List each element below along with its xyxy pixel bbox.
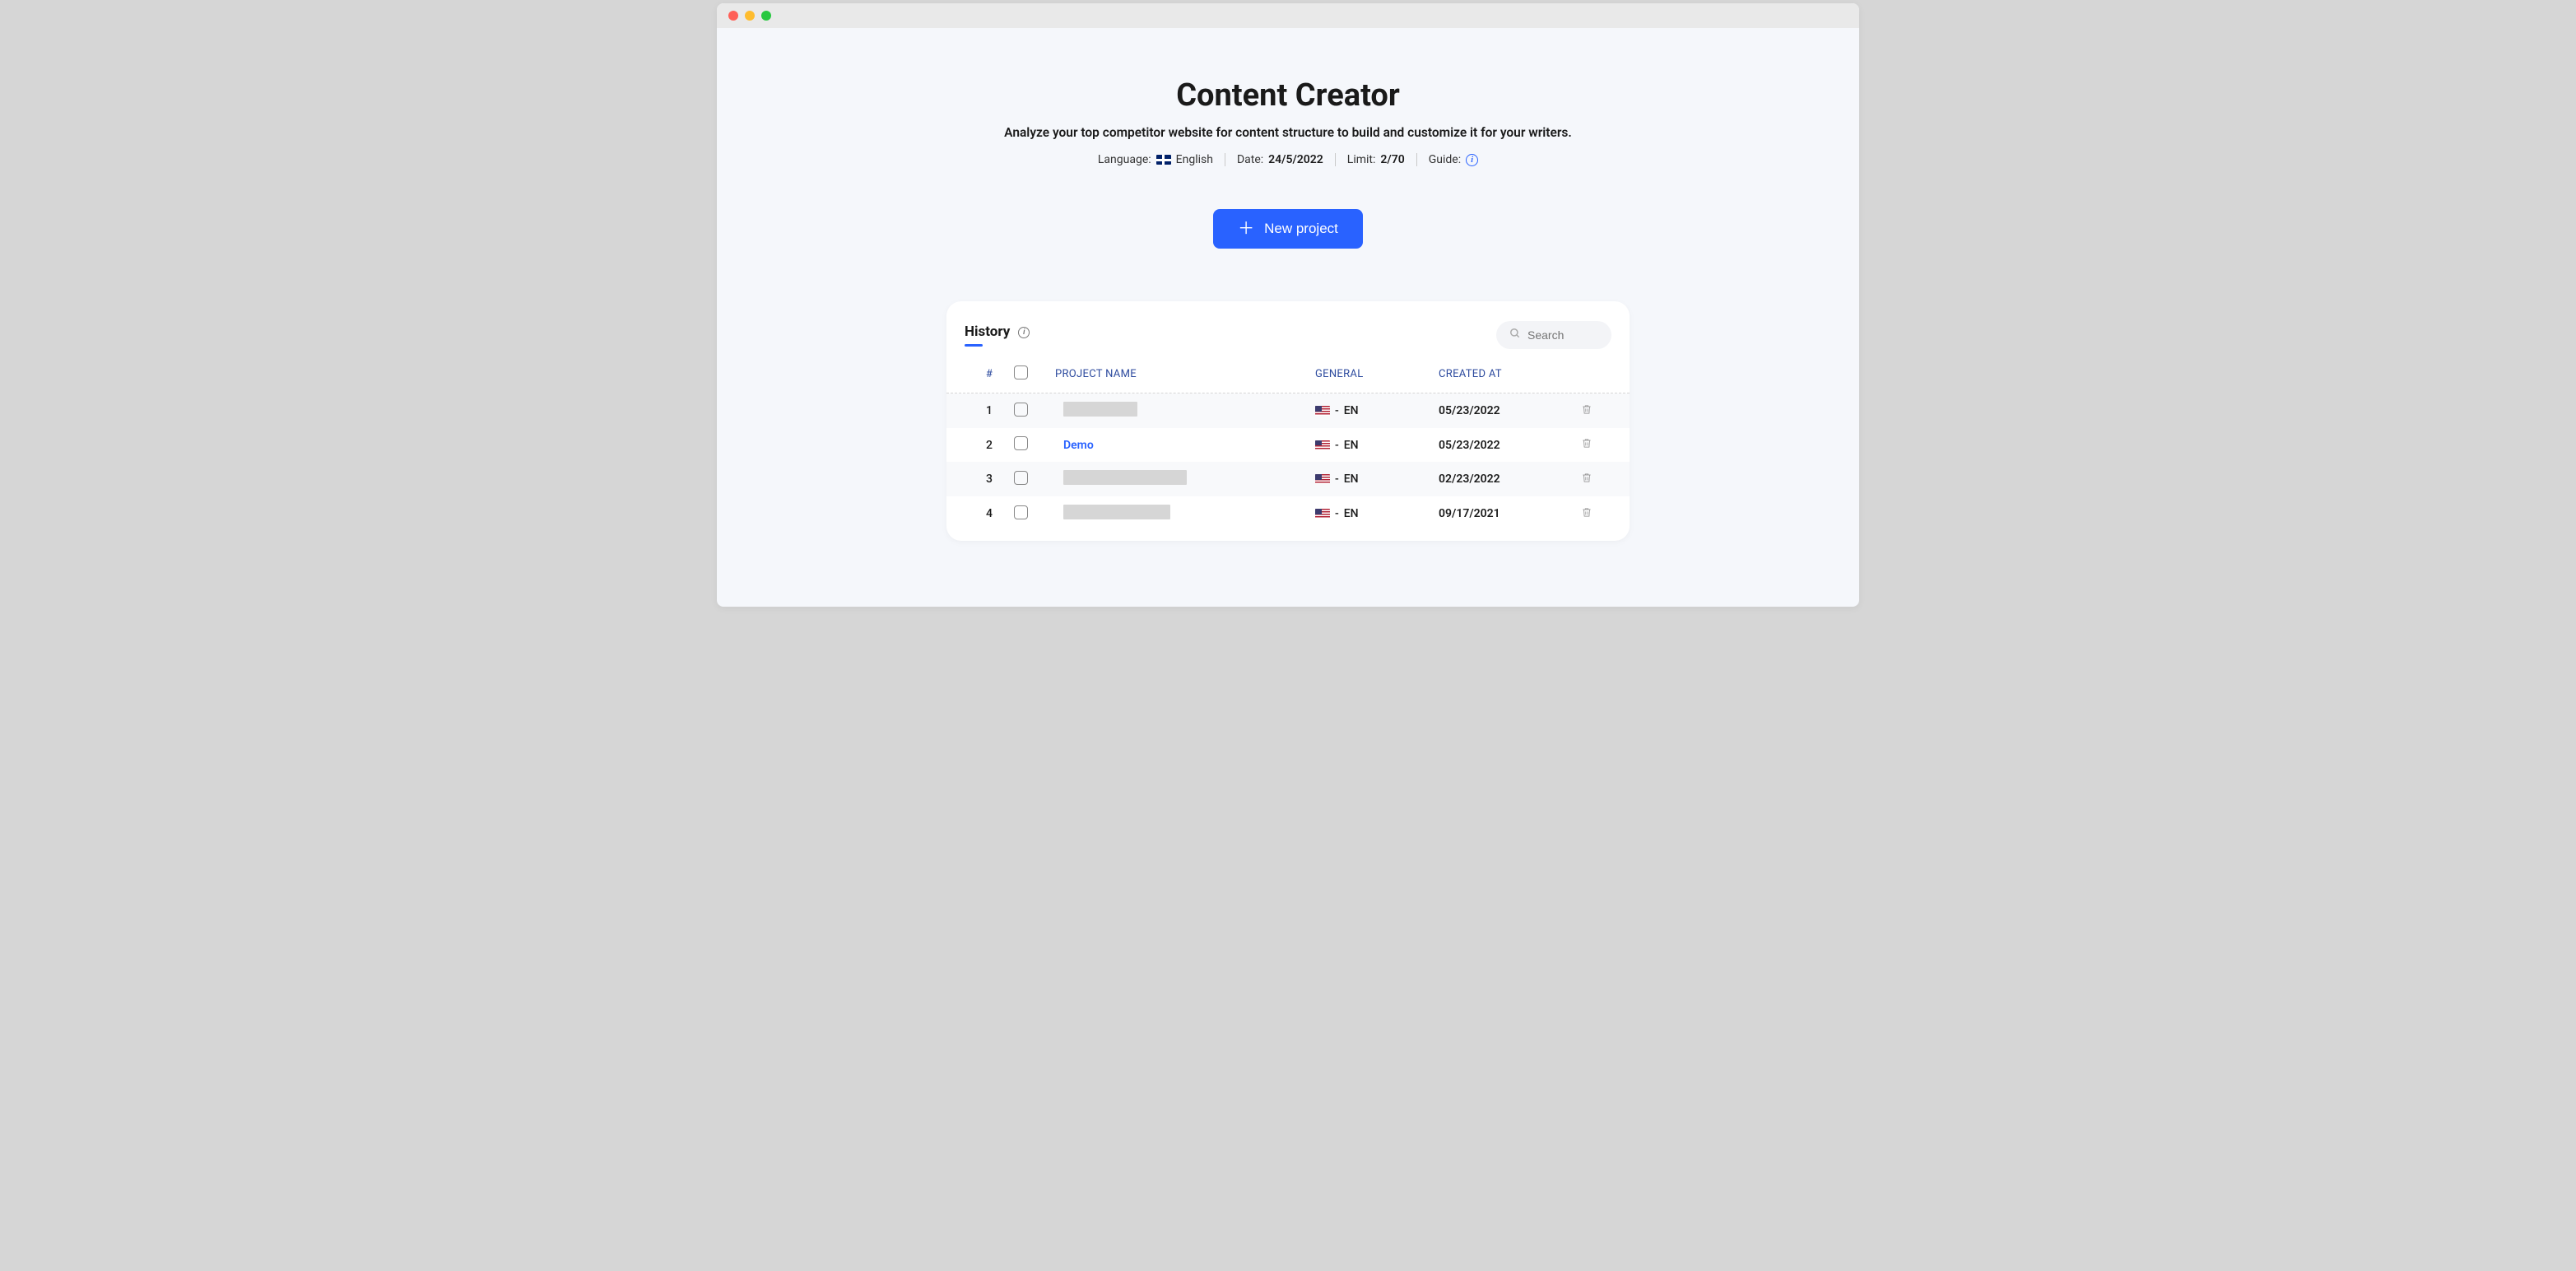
general-code: EN xyxy=(1344,473,1359,486)
row-created-cell: 05/23/2022 xyxy=(1439,439,1562,452)
divider xyxy=(1335,153,1336,166)
row-checkbox-cell xyxy=(1014,471,1055,488)
row-checkbox[interactable] xyxy=(1014,403,1028,417)
row-name-cell xyxy=(1055,505,1315,523)
us-flag-icon xyxy=(1315,406,1330,416)
table-row: 2Demo-EN05/23/2022 xyxy=(946,428,1630,462)
guide-label: Guide: xyxy=(1429,153,1461,166)
page-title: Content Creator xyxy=(750,77,1826,114)
row-checkbox[interactable] xyxy=(1014,505,1028,519)
col-created[interactable]: CREATED AT xyxy=(1439,368,1562,380)
window-minimize-icon[interactable] xyxy=(745,11,755,21)
row-name-cell xyxy=(1055,402,1315,420)
row-checkbox[interactable] xyxy=(1014,436,1028,450)
us-flag-icon xyxy=(1315,474,1330,484)
col-num: # xyxy=(965,368,1014,380)
date-value: 24/5/2022 xyxy=(1268,153,1323,166)
guide-meta: Guide: i xyxy=(1429,153,1478,166)
history-title-wrap: History i xyxy=(965,324,1030,347)
language-value: English xyxy=(1176,153,1213,166)
row-actions-cell xyxy=(1562,403,1611,419)
row-name-cell: Demo xyxy=(1055,439,1315,452)
window-titlebar xyxy=(717,3,1859,28)
project-name-redacted xyxy=(1063,470,1187,485)
row-actions-cell xyxy=(1562,472,1611,487)
row-number: 2 xyxy=(965,439,1014,452)
date-meta: Date: 24/5/2022 xyxy=(1237,153,1323,166)
trash-icon[interactable] xyxy=(1581,507,1593,522)
row-number: 4 xyxy=(965,507,1014,520)
date-label: Date: xyxy=(1237,153,1263,166)
project-name-redacted xyxy=(1063,402,1137,417)
row-number: 3 xyxy=(965,473,1014,486)
search-icon xyxy=(1509,328,1521,342)
us-flag-icon xyxy=(1315,440,1330,450)
table-row: 4-EN09/17/2021 xyxy=(946,496,1630,531)
new-project-button[interactable]: ＋ New project xyxy=(1213,209,1363,249)
history-card: History i # PROJECT NAME GENERAL CREATED… xyxy=(946,301,1630,541)
window-close-icon[interactable] xyxy=(728,11,738,21)
table-row: 3-EN02/23/2022 xyxy=(946,462,1630,496)
history-title: History xyxy=(965,324,1010,347)
row-checkbox-cell xyxy=(1014,505,1055,523)
general-code: EN xyxy=(1344,439,1359,452)
info-icon[interactable]: i xyxy=(1018,327,1030,338)
trash-icon[interactable] xyxy=(1581,438,1593,453)
row-checkbox-cell xyxy=(1014,436,1055,454)
row-general-cell: -EN xyxy=(1315,404,1439,417)
history-table: # PROJECT NAME GENERAL CREATED AT 1-EN05… xyxy=(946,357,1630,531)
limit-value: 2/70 xyxy=(1380,153,1404,166)
limit-label: Limit: xyxy=(1347,153,1376,166)
row-checkbox-cell xyxy=(1014,403,1055,420)
meta-row: Language: English Date: 24/5/2022 Limit:… xyxy=(750,153,1826,166)
row-number: 1 xyxy=(965,404,1014,417)
trash-icon[interactable] xyxy=(1581,473,1593,487)
col-checkbox xyxy=(1014,365,1055,383)
col-name[interactable]: PROJECT NAME xyxy=(1055,368,1315,380)
row-general-cell: -EN xyxy=(1315,507,1439,520)
general-sep: - xyxy=(1335,439,1339,452)
row-general-cell: -EN xyxy=(1315,439,1439,452)
window-maximize-icon[interactable] xyxy=(761,11,771,21)
general-code: EN xyxy=(1344,404,1359,417)
col-general[interactable]: GENERAL xyxy=(1315,368,1439,380)
us-flag-icon xyxy=(1315,509,1330,519)
project-name-redacted xyxy=(1063,505,1170,519)
table-header: # PROJECT NAME GENERAL CREATED AT xyxy=(946,357,1630,393)
general-sep: - xyxy=(1335,404,1339,417)
row-created-cell: 09/17/2021 xyxy=(1439,507,1562,520)
table-body: 1-EN05/23/20222Demo-EN05/23/20223-EN02/2… xyxy=(946,393,1630,531)
row-checkbox[interactable] xyxy=(1014,471,1028,485)
divider xyxy=(1416,153,1417,166)
new-project-label: New project xyxy=(1264,221,1338,237)
row-actions-cell xyxy=(1562,506,1611,522)
row-general-cell: -EN xyxy=(1315,473,1439,486)
plus-icon: ＋ xyxy=(1238,221,1254,237)
info-icon[interactable]: i xyxy=(1466,154,1478,166)
row-actions-cell xyxy=(1562,437,1611,453)
general-sep: - xyxy=(1335,507,1339,520)
language-meta: Language: English xyxy=(1098,153,1213,166)
content-area: Content Creator Analyze your top competi… xyxy=(717,28,1859,607)
limit-meta: Limit: 2/70 xyxy=(1347,153,1405,166)
general-code: EN xyxy=(1344,507,1359,520)
uk-flag-icon xyxy=(1156,155,1171,165)
row-created-cell: 05/23/2022 xyxy=(1439,404,1562,417)
page-subtitle: Analyze your top competitor website for … xyxy=(750,125,1826,140)
language-label: Language: xyxy=(1098,153,1151,166)
page-header: Content Creator Analyze your top competi… xyxy=(750,77,1826,166)
search-input[interactable] xyxy=(1527,328,1598,342)
select-all-checkbox[interactable] xyxy=(1014,365,1028,379)
search-wrap[interactable] xyxy=(1496,321,1611,349)
trash-icon[interactable] xyxy=(1581,404,1593,419)
row-created-cell: 02/23/2022 xyxy=(1439,473,1562,486)
project-link[interactable]: Demo xyxy=(1063,439,1094,452)
new-project-wrap: ＋ New project xyxy=(750,209,1826,249)
general-sep: - xyxy=(1335,473,1339,486)
history-header: History i xyxy=(946,321,1630,357)
table-row: 1-EN05/23/2022 xyxy=(946,393,1630,428)
app-window: Content Creator Analyze your top competi… xyxy=(717,3,1859,607)
row-name-cell xyxy=(1055,470,1315,488)
